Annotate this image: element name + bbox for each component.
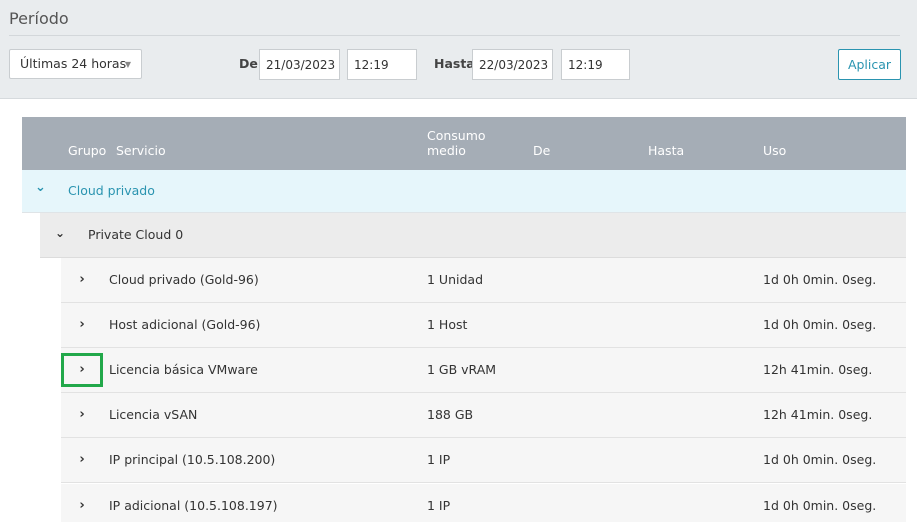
chevron-right-icon[interactable]: › — [61, 443, 103, 477]
from-time-input[interactable]: 12:19 — [347, 49, 417, 80]
header-consumo-line1[interactable]: Consumo — [427, 128, 486, 143]
time-range-select[interactable]: Últimas 24 horas ▼ — [9, 49, 142, 79]
header-servicio[interactable]: Servicio — [116, 143, 166, 158]
table-row[interactable]: › Licencia básica VMware 1 GB vRAM 12h 4… — [61, 348, 906, 393]
service-uso: 1d 0h 0min. 0seg. — [763, 272, 877, 287]
service-name: IP principal (10.5.108.200) — [109, 452, 276, 467]
group-row-cloud-privado[interactable]: ⌄ Cloud privado — [22, 170, 906, 213]
service-uso: 1d 0h 0min. 0seg. — [763, 317, 877, 332]
service-name: Cloud privado (Gold-96) — [109, 272, 259, 287]
divider — [9, 35, 900, 36]
table-row[interactable]: › IP principal (10.5.108.200) 1 IP 1d 0h… — [61, 438, 906, 483]
period-panel: Período Últimas 24 horas ▼ De 21/03/2023… — [0, 0, 917, 99]
chevron-right-icon[interactable]: › — [61, 398, 103, 432]
caret-down-icon: ▼ — [124, 60, 131, 69]
chevron-right-icon[interactable]: › — [61, 263, 103, 297]
apply-button[interactable]: Aplicar — [838, 49, 901, 80]
service-uso: 1d 0h 0min. 0seg. — [763, 498, 877, 513]
subgroup-row-private-cloud[interactable]: ⌄ Private Cloud 0 — [40, 213, 906, 258]
header-consumo-line2[interactable]: medio — [427, 143, 466, 158]
service-name: Host adicional (Gold-96) — [109, 317, 261, 332]
period-title: Período — [9, 9, 69, 28]
service-consumo: 1 Host — [427, 317, 468, 332]
chevron-down-icon[interactable]: ⌄ — [55, 226, 65, 240]
from-label: De — [239, 56, 258, 71]
service-uso: 1d 0h 0min. 0seg. — [763, 452, 877, 467]
subgroup-label: Private Cloud 0 — [88, 227, 184, 242]
service-uso: 12h 41min. 0seg. — [763, 362, 873, 377]
header-grupo[interactable]: Grupo — [68, 143, 106, 158]
header-uso[interactable]: Uso — [763, 143, 786, 158]
chevron-right-icon[interactable]: › — [61, 489, 103, 523]
table-header: Grupo Servicio Consumo medio De Hasta Us… — [22, 117, 906, 170]
service-consumo: 1 GB vRAM — [427, 362, 497, 377]
chevron-right-icon[interactable]: › — [61, 308, 103, 342]
service-name: IP adicional (10.5.108.197) — [109, 498, 278, 513]
to-time-input[interactable]: 12:19 — [561, 49, 630, 80]
service-consumo: 188 GB — [427, 407, 474, 422]
chevron-down-icon[interactable]: ⌄ — [35, 180, 46, 195]
table-row[interactable]: › IP adicional (10.5.108.197) 1 IP 1d 0h… — [61, 484, 906, 522]
header-de[interactable]: De — [533, 143, 550, 158]
table-row[interactable]: › Host adicional (Gold-96) 1 Host 1d 0h … — [61, 303, 906, 348]
group-label: Cloud privado — [68, 183, 155, 198]
chevron-right-icon[interactable]: › — [61, 353, 103, 387]
service-name: Licencia básica VMware — [109, 362, 258, 377]
service-consumo: 1 IP — [427, 452, 451, 467]
time-range-value: Últimas 24 horas — [20, 56, 127, 71]
header-hasta[interactable]: Hasta — [648, 143, 684, 158]
from-date-input[interactable]: 21/03/2023 — [259, 49, 340, 80]
to-label: Hasta — [434, 56, 475, 71]
service-consumo: 1 Unidad — [427, 272, 483, 287]
table-row[interactable]: › Cloud privado (Gold-96) 1 Unidad 1d 0h… — [61, 258, 906, 303]
service-consumo: 1 IP — [427, 498, 451, 513]
service-name: Licencia vSAN — [109, 407, 198, 422]
table-row[interactable]: › Licencia vSAN 188 GB 12h 41min. 0seg. — [61, 393, 906, 438]
service-uso: 12h 41min. 0seg. — [763, 407, 873, 422]
to-date-input[interactable]: 22/03/2023 — [472, 49, 553, 80]
